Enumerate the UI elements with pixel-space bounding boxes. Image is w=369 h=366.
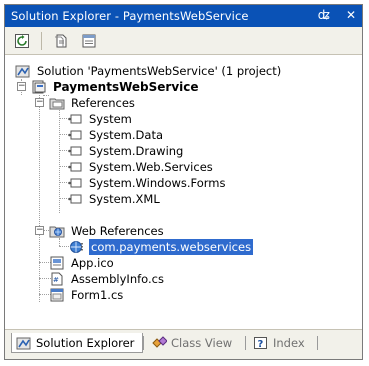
tab-index[interactable]: ? Index: [249, 333, 315, 353]
reference-label: System.Windows.Forms: [89, 176, 226, 190]
project-collapse-toggle[interactable]: −: [17, 82, 26, 91]
tab-separator: [143, 336, 144, 350]
reference-label: System.Drawing: [89, 144, 184, 158]
web-reference-label: com.payments.webservices: [87, 238, 255, 256]
project-label: PaymentsWebService: [53, 80, 199, 94]
project-icon: [32, 80, 46, 94]
pin-icon[interactable]: ʥ: [318, 8, 330, 22]
references-collapse-toggle[interactable]: −: [35, 98, 44, 107]
tab-label: Index: [273, 336, 305, 350]
toolbar-separator: [41, 31, 42, 50]
tab-label: Solution Explorer: [36, 335, 135, 350]
show-all-files-icon: [55, 34, 67, 47]
file-item-assemblyinfo-cs[interactable]: # AssemblyInfo.cs: [49, 271, 166, 287]
file-label: AssemblyInfo.cs: [71, 272, 164, 286]
project-node[interactable]: PaymentsWebService: [31, 79, 201, 95]
reference-label: System.XML: [89, 192, 160, 206]
references-node[interactable]: References: [49, 95, 137, 111]
tab-class-view[interactable]: Class View: [147, 333, 243, 353]
references-label: References: [71, 96, 135, 110]
reference-item-system-windows-forms[interactable]: System.Windows.Forms: [67, 175, 228, 191]
class-view-icon: [152, 336, 167, 348]
reference-label: System: [89, 112, 132, 126]
solution-explorer-window: Solution Explorer - PaymentsWebService ʥ…: [4, 4, 363, 360]
assembly-reference-icon: [68, 130, 82, 140]
reference-item-system-xml[interactable]: System.XML: [67, 191, 162, 207]
tool-window-tabs: Solution Explorer Class View ? Index: [5, 329, 362, 359]
svg-text:#: #: [53, 276, 59, 284]
csharp-file-icon: #: [51, 272, 63, 286]
web-reference-item-com-payments-webservices[interactable]: com.payments.webservices: [69, 238, 255, 256]
file-label: App.ico: [71, 256, 114, 270]
reference-item-system-drawing[interactable]: System.Drawing: [67, 143, 185, 159]
refresh-icon: [15, 33, 29, 48]
web-references-label: Web References: [71, 224, 164, 238]
solution-explorer-icon: [16, 337, 31, 349]
close-icon[interactable]: ✕: [346, 8, 356, 22]
assembly-reference-icon: [68, 194, 82, 204]
reference-label: System.Data: [89, 128, 163, 142]
assembly-reference-icon: [68, 162, 82, 172]
file-item-app-ico[interactable]: App.ico: [49, 255, 116, 271]
solution-icon: [15, 65, 30, 78]
title-bar[interactable]: Solution Explorer - PaymentsWebService ʥ…: [5, 5, 362, 27]
refresh-button[interactable]: [11, 31, 33, 51]
web-references-node[interactable]: Web References: [49, 223, 166, 239]
svg-text:?: ?: [258, 339, 264, 350]
tab-solution-explorer[interactable]: Solution Explorer: [11, 333, 143, 353]
properties-button[interactable]: [78, 31, 100, 51]
web-references-folder-icon: [49, 226, 65, 238]
solution-label: Solution 'PaymentsWebService' (1 project…: [37, 64, 282, 78]
help-index-icon: ?: [254, 337, 267, 350]
assembly-reference-icon: [68, 114, 82, 124]
assembly-reference-icon: [68, 178, 82, 188]
reference-label: System.Web.Services: [89, 160, 213, 174]
solution-tree: Solution 'PaymentsWebService' (1 project…: [5, 55, 362, 329]
show-all-files-button[interactable]: [50, 31, 72, 51]
tab-label: Class View: [171, 336, 233, 350]
tab-separator: [245, 336, 246, 350]
assembly-reference-icon: [68, 146, 82, 156]
form-file-icon: [50, 288, 64, 302]
solution-node[interactable]: Solution 'PaymentsWebService' (1 project…: [15, 63, 283, 79]
references-folder-icon: [49, 98, 65, 110]
reference-item-system-web-services[interactable]: System.Web.Services: [67, 159, 215, 175]
file-item-form1-cs[interactable]: Form1.cs: [49, 287, 125, 303]
web-references-collapse-toggle[interactable]: −: [35, 226, 44, 235]
properties-icon: [82, 34, 96, 47]
reference-item-system[interactable]: System: [67, 111, 134, 127]
tab-separator: [317, 336, 318, 350]
reference-item-system-data[interactable]: System.Data: [67, 127, 165, 143]
web-reference-globe-icon: [70, 241, 83, 253]
window-title: Solution Explorer - PaymentsWebService: [11, 9, 249, 23]
icon-file-icon: [50, 256, 64, 270]
toolbar: [5, 27, 362, 55]
file-label: Form1.cs: [71, 288, 124, 302]
